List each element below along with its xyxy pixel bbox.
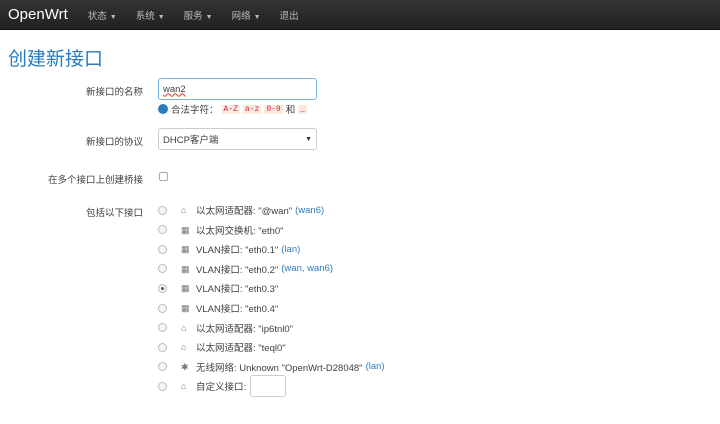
interface-option: ▦ VLAN接口: "eth0.4" xyxy=(158,301,278,315)
custom-interface-input[interactable] xyxy=(250,375,287,398)
interface-text: 以太网适配器: "ip6tnl0" xyxy=(196,323,294,335)
name-hint: 合法字符： A-Z a-z 0-9 和 _ xyxy=(158,102,308,116)
menu-label: 状态 xyxy=(87,10,107,22)
interface-radio[interactable] xyxy=(158,205,167,215)
menu-system[interactable]: 系统 ▼ xyxy=(136,8,165,22)
interface-radio[interactable] xyxy=(158,225,167,235)
interface-radio[interactable] xyxy=(158,264,167,274)
bridge-checkbox[interactable] xyxy=(159,172,168,181)
switch-icon: ▦ xyxy=(181,303,190,313)
menu-label: 系统 xyxy=(135,10,155,22)
protocol-select[interactable]: DHCP客户端 ▼ xyxy=(158,128,317,150)
interface-radio[interactable] xyxy=(158,342,167,352)
name-label: 新接口的名称 xyxy=(85,87,143,98)
include-label: 包括以下接口 xyxy=(85,208,143,219)
interface-text: VLAN接口: "eth0.3" xyxy=(196,284,279,296)
interface-text: VLAN接口: "eth0.1" xyxy=(196,245,279,257)
interface-text: VLAN接口: "eth0.2" xyxy=(196,264,279,276)
interface-option: ▦ VLAN接口: "eth0.3" xyxy=(158,281,278,295)
hint-code: a-z xyxy=(242,104,262,114)
ethernet-icon: ⌂ xyxy=(181,322,187,333)
network-link[interactable]: (wan6) xyxy=(295,205,324,216)
ethernet-icon: ⌂ xyxy=(181,205,187,215)
interface-name-input[interactable]: wan2 xyxy=(158,78,317,100)
menu-services[interactable]: 服务 ▼ xyxy=(184,8,213,22)
interface-radio[interactable] xyxy=(158,283,167,293)
interface-radio[interactable] xyxy=(158,303,167,313)
interface-option: ⌂ 自定义接口: xyxy=(158,375,287,398)
menu-status[interactable]: 状态 ▼ xyxy=(88,8,117,22)
interface-text: 自定义接口: xyxy=(196,382,247,394)
interface-option: ⌂ 以太网适配器: "teql0" xyxy=(158,340,286,354)
wifi-icon: ✱ xyxy=(181,361,189,372)
interface-text: 以太网适配器: "teql0" xyxy=(196,343,286,355)
switch-icon: ▦ xyxy=(181,263,190,274)
interface-radio[interactable] xyxy=(158,244,167,254)
interface-option: ⌂ 以太网适配器: "ip6tnl0" xyxy=(158,321,293,335)
info-icon xyxy=(158,104,168,114)
hint-text: 合法字符： xyxy=(171,105,219,116)
caret-down-icon: ▼ xyxy=(109,13,117,21)
interface-option: ▦ 以太网交换机: "eth0" xyxy=(158,223,284,237)
hint-code: A-Z xyxy=(221,104,240,114)
caret-down-icon: ▼ xyxy=(253,13,261,21)
interface-option: ▦ VLAN接口: "eth0.1" (lan) xyxy=(158,242,300,256)
brand-logo[interactable]: OpenWrt xyxy=(8,6,68,23)
interface-radio[interactable] xyxy=(158,381,167,391)
hint-code: _ xyxy=(298,104,308,114)
interface-option: ✱ 无线网络: Unknown "OpenWrt-D28048" (lan) xyxy=(158,360,385,374)
interface-option: ▦ VLAN接口: "eth0.2" (wan, wan6) xyxy=(158,262,333,276)
protocol-label: 新接口的协议 xyxy=(85,137,143,148)
interface-text: 以太网交换机: "eth0" xyxy=(196,225,284,237)
interface-radio[interactable] xyxy=(158,362,167,372)
select-value: DHCP客户端 xyxy=(163,135,219,146)
interface-radio[interactable] xyxy=(158,323,167,333)
caret-down-icon: ▼ xyxy=(157,13,165,21)
page-title: 创建新接口 xyxy=(8,48,104,70)
switch-icon: ▦ xyxy=(181,283,190,294)
input-value: wan2 xyxy=(163,83,186,95)
bridge-label: 在多个接口上创建桥接 xyxy=(47,175,143,186)
network-link[interactable]: (lan) xyxy=(281,244,300,255)
switch-icon: ▦ xyxy=(181,244,190,255)
menu-label: 服务 xyxy=(183,10,203,22)
ethernet-icon: ⌂ xyxy=(181,342,187,353)
interface-text: VLAN接口: "eth0.4" xyxy=(196,304,279,315)
caret-down-icon: ▼ xyxy=(205,13,213,21)
interface-option: ⌂ 以太网适配器: "@wan" (wan6) xyxy=(158,203,324,217)
menu-logout[interactable]: 退出 xyxy=(280,8,299,22)
interface-text: 无线网络: Unknown "OpenWrt-D28048" xyxy=(196,362,363,374)
switch-icon: ▦ xyxy=(181,224,190,235)
interface-text: 以太网适配器: "@wan" xyxy=(196,206,293,217)
top-navbar: OpenWrt 状态 ▼ 系统 ▼ 服务 ▼ 网络 ▼ 退出 xyxy=(0,0,720,30)
network-link[interactable]: (lan) xyxy=(366,361,385,372)
menu-network[interactable]: 网络 ▼ xyxy=(232,8,261,22)
ethernet-icon: ⌂ xyxy=(181,381,187,392)
dropdown-arrow-icon: ▼ xyxy=(305,135,312,143)
hint-and: 和 xyxy=(285,105,296,116)
network-link[interactable]: (wan, wan6) xyxy=(281,263,333,274)
hint-code: 0-9 xyxy=(264,104,283,114)
menu-label: 网络 xyxy=(231,10,251,22)
